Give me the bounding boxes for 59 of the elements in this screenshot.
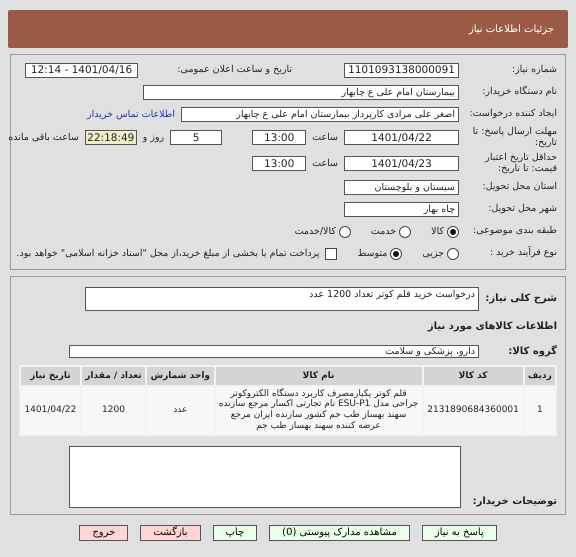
buyer-contact-link[interactable]: اطلاعات تماس خریدار: [86, 108, 175, 120]
text-field[interactable]: 5: [170, 130, 222, 146]
table-cell: قلم کوتر یکبارمصرف کاربرد دستگاه الکتروکوتر جراحی مدل ESU-P1 نام تجارتی اکسار مرجع سازنده سهند بهساز طب جم کشور سازنده ایران مرجع عرضه کننده سهند بهساز طب جم: [214, 386, 423, 435]
field-label: توضیحات خریدار:: [472, 496, 557, 508]
radio-option[interactable]: کالا: [431, 226, 459, 238]
text-field[interactable]: 13:00: [252, 156, 306, 172]
radio-option[interactable]: متوسط: [357, 248, 402, 260]
text-field[interactable]: 1401/04/23: [344, 156, 459, 172]
field-label: شماره نیاز:: [510, 64, 557, 76]
radio-option[interactable]: کالا/خدمت: [294, 226, 351, 238]
field-label: نام دستگاه خریدار:: [481, 86, 557, 98]
table-cell: 1200: [80, 386, 146, 435]
action-button[interactable]: چاپ: [212, 524, 258, 541]
text-field[interactable]: 1101093138000091: [344, 62, 459, 78]
column-header: واحد شمارش: [146, 366, 215, 386]
action-button[interactable]: پاسخ به نیاز: [422, 524, 497, 541]
text-field[interactable]: اصغر علی مرادی کارپرداز بیمارستان امام علی ع چابهار: [181, 106, 459, 122]
table-cell: 1: [524, 386, 556, 435]
column-header: تاریخ نیاز: [20, 366, 81, 386]
field-label: حداقل تاریخ اعتبار قیمت: تا تاریخ:: [484, 152, 557, 175]
field-label: نوع فرآیند خرید :: [488, 248, 557, 260]
field-label: گروه کالا:: [507, 346, 557, 358]
action-button[interactable]: مشاهده مدارک پیوستی (0): [269, 524, 410, 541]
field-label: اطلاعات کالاهای مورد نیاز: [426, 320, 557, 332]
column-header: نام کالا: [214, 366, 423, 386]
field-label: ساعت: [312, 158, 338, 170]
text-field[interactable]: بیمارستان امام علی ع چابهار: [143, 84, 459, 100]
field-label: ساعت باقی مانده: [8, 132, 79, 144]
field-label: روز و: [142, 132, 164, 144]
payment-note: پرداخت تمام یا بخشی از مبلغ خرید،از محل "اسناد خزانه اسلامی" خواهد بود.: [16, 248, 320, 260]
text-field[interactable]: سیستان و بلوچستان: [344, 180, 459, 196]
action-button[interactable]: خروج: [79, 524, 128, 541]
column-header: کد کالا: [422, 366, 524, 386]
radio-option[interactable]: خدمت: [370, 226, 412, 238]
text-field[interactable]: 13:00: [252, 130, 306, 146]
field-label: شهر محل تحویل:: [487, 204, 557, 216]
field-label: ساعت: [312, 132, 338, 144]
page-header: جزئیات اطلاعات نیاز: [8, 10, 568, 48]
field-label: ایجاد کننده درخواست:: [468, 108, 557, 120]
action-button[interactable]: بازگشت: [140, 524, 200, 541]
countdown-field: 22:18:49: [84, 130, 137, 146]
field-label: شرح کلی نیاز:: [485, 292, 557, 304]
field-label: طبقه بندی موضوعی:: [472, 226, 557, 238]
table-cell: 1401/04/22: [20, 386, 81, 435]
text-field[interactable]: 1401/04/22: [344, 130, 459, 146]
text-field[interactable]: چاه بهار: [344, 202, 459, 218]
field-label: مهلت ارسال پاسخ: تا تاریخ:: [472, 127, 557, 149]
payment-checkbox[interactable]: [325, 248, 338, 260]
column-header: تعداد / مقدار: [80, 366, 146, 386]
radio-option[interactable]: جزیی: [422, 248, 459, 260]
notes-field[interactable]: [69, 446, 461, 508]
text-field[interactable]: درخواست خرید قلم کوتر تعداد 1200 عدد: [85, 286, 479, 311]
field-label: استان محل تحویل:: [481, 182, 557, 194]
column-header: ردیف: [524, 366, 556, 386]
field-label: تاریخ و ساعت اعلان عمومی:: [176, 64, 292, 76]
text-field[interactable]: 1401/04/16 - 12:14: [25, 62, 138, 78]
table-cell: 2131890684360001: [422, 386, 524, 435]
text-field[interactable]: دارو، پزشکی و سلامت: [69, 345, 479, 358]
table-cell: عدد: [146, 386, 215, 435]
